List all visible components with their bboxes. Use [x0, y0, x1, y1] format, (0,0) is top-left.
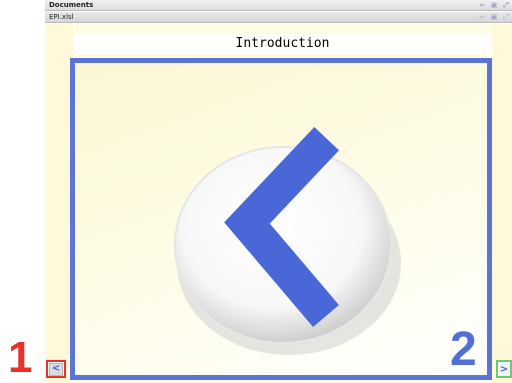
chevron-right-icon: >: [499, 363, 509, 375]
callout-number-2: 2: [450, 323, 477, 376]
viewer-right-margin: [492, 24, 512, 383]
file-titlebar: EPI.xlsl ⇦ ▣ ⤢: [45, 12, 512, 23]
callout-number-1: 1: [8, 333, 33, 382]
slide-content-frame: [70, 58, 492, 380]
back-arrow-icon[interactable]: ⇦: [478, 1, 486, 9]
previous-page-button[interactable]: <: [46, 360, 66, 378]
file-window-controls: ⇦ ▣ ⤢: [478, 13, 510, 22]
file-title: EPI.xlsl: [49, 13, 74, 21]
viewer-left-margin: [45, 24, 73, 383]
back-arrow-icon[interactable]: ⇦: [478, 13, 486, 21]
restore-icon[interactable]: ▣: [490, 13, 498, 21]
next-page-button[interactable]: >: [496, 360, 512, 378]
expand-icon[interactable]: ⤢: [502, 1, 510, 9]
expand-icon[interactable]: ⤢: [502, 13, 510, 21]
documents-titlebar: Documents ⇦ ▣ ⤢: [45, 0, 512, 11]
back-chevron-icon: [174, 126, 401, 355]
restore-icon[interactable]: ▣: [490, 1, 498, 9]
documents-window-controls: ⇦ ▣ ⤢: [478, 1, 510, 10]
chevron-left-icon: <: [49, 362, 63, 376]
documents-title: Documents: [49, 1, 94, 9]
slide-title: Introduction: [235, 36, 330, 51]
